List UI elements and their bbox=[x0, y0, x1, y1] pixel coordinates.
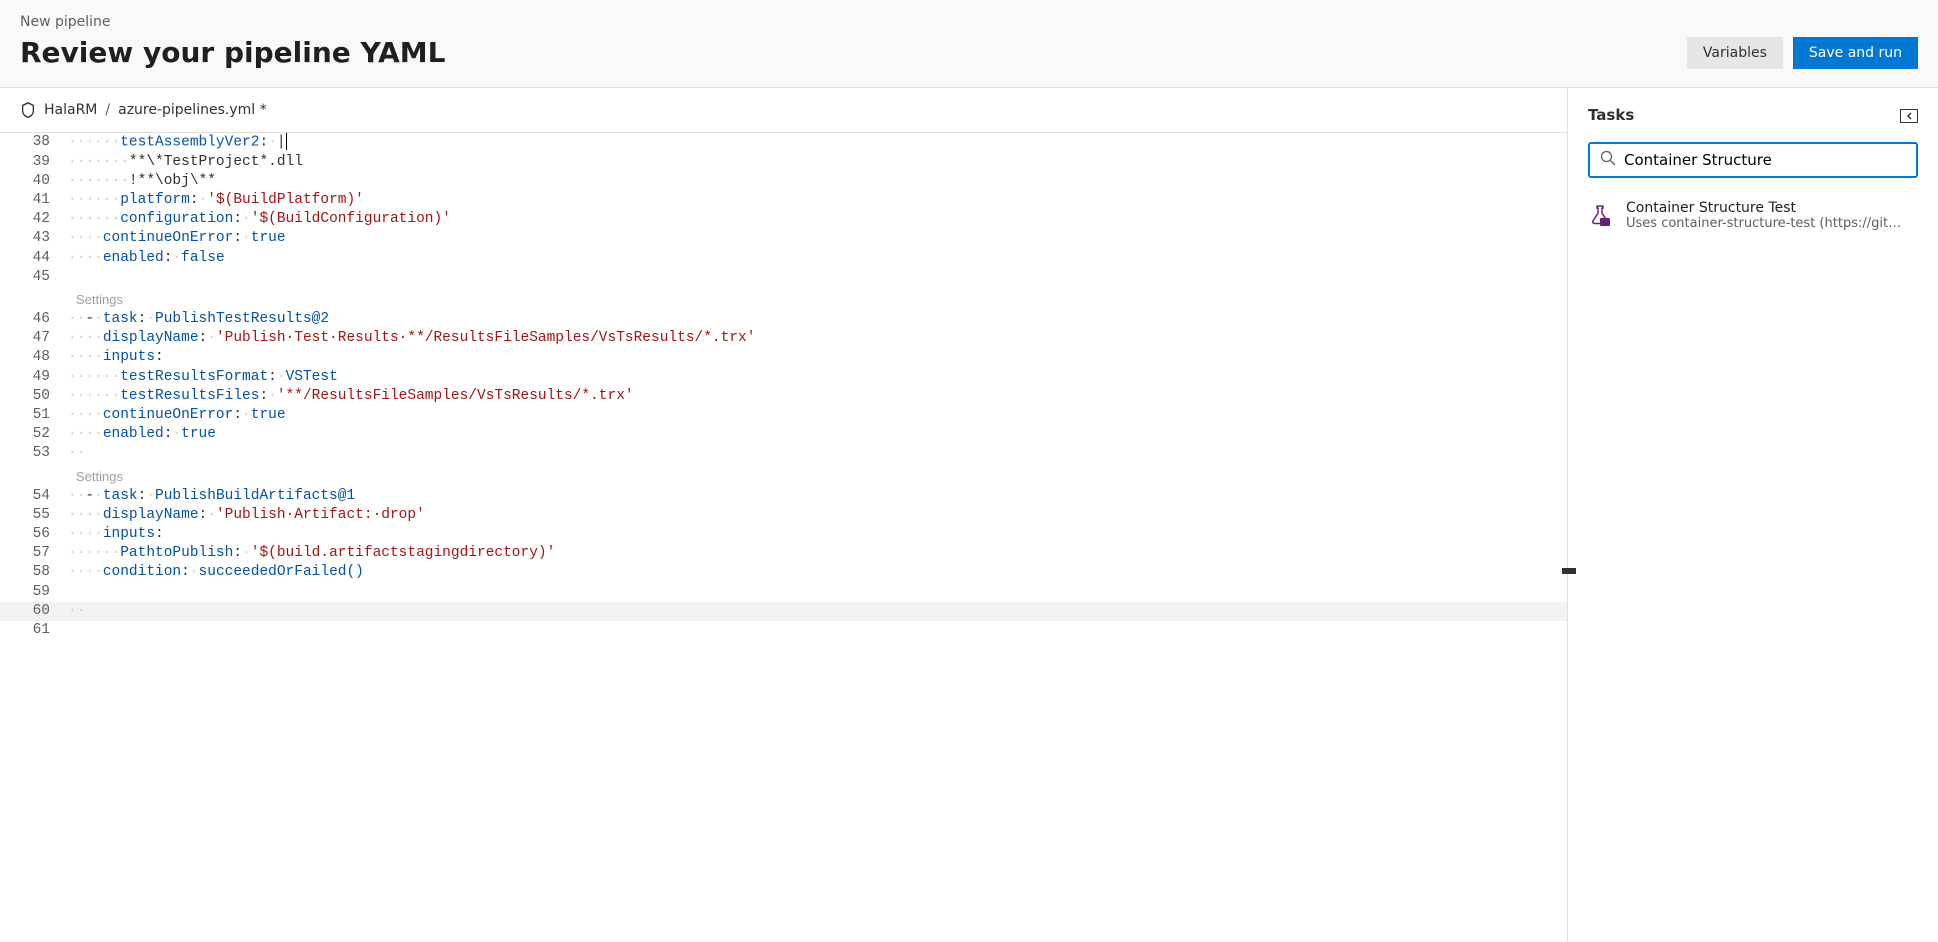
line-number: 57 bbox=[0, 544, 68, 563]
line-content[interactable]: ······testAssemblyVer2:·| bbox=[68, 133, 287, 153]
editor-line[interactable]: 61 bbox=[0, 621, 1567, 640]
editor-line[interactable]: 57······PathtoPublish:·'$(build.artifact… bbox=[0, 544, 1567, 563]
line-content[interactable]: ······testResultsFormat:·VSTest bbox=[68, 368, 338, 387]
line-number: 52 bbox=[0, 425, 68, 444]
line-number: 61 bbox=[0, 621, 68, 640]
line-number: 40 bbox=[0, 172, 68, 191]
line-content[interactable]: ······configuration:·'$(BuildConfigurati… bbox=[68, 210, 451, 229]
editor-line[interactable]: 50······testResultsFiles:·'**/ResultsFil… bbox=[0, 387, 1567, 406]
line-content[interactable]: ····displayName:·'Publish·Test·Results·*… bbox=[68, 329, 755, 348]
editor-line[interactable]: 41······platform:·'$(BuildPlatform)' bbox=[0, 191, 1567, 210]
line-number: 39 bbox=[0, 153, 68, 172]
task-result-description: Uses container-structure-test (https://g… bbox=[1626, 216, 1906, 231]
page-title: Review your pipeline YAML bbox=[20, 36, 446, 69]
editor-line[interactable]: 39·······**\*TestProject*.dll bbox=[0, 153, 1567, 172]
line-content[interactable]: ······platform:·'$(BuildPlatform)' bbox=[68, 191, 364, 210]
editor-line[interactable]: 58····condition:·succeededOrFailed() bbox=[0, 563, 1567, 582]
editor-line[interactable]: 55····displayName:·'Publish·Artifact:·dr… bbox=[0, 506, 1567, 525]
editor-line[interactable]: 42······configuration:·'$(BuildConfigura… bbox=[0, 210, 1567, 229]
header-actions: Variables Save and run bbox=[1687, 37, 1918, 69]
line-number: 41 bbox=[0, 191, 68, 210]
search-icon bbox=[1600, 150, 1616, 170]
editor-line[interactable]: 59 bbox=[0, 583, 1567, 602]
line-number: 38 bbox=[0, 133, 68, 153]
tasks-search[interactable] bbox=[1588, 142, 1918, 178]
task-result-title: Container Structure Test bbox=[1626, 200, 1906, 216]
editor-line[interactable]: 54··-·task:·PublishBuildArtifacts@1 bbox=[0, 487, 1567, 506]
line-number: 51 bbox=[0, 406, 68, 425]
task-result-item[interactable]: Container Structure Test Uses container-… bbox=[1588, 200, 1918, 231]
beaker-icon bbox=[1588, 203, 1612, 227]
editor-line[interactable]: 47····displayName:·'Publish·Test·Results… bbox=[0, 329, 1567, 348]
file-breadcrumb: HalaRM / azure-pipelines.yml * bbox=[0, 88, 1567, 133]
line-content[interactable]: ·· bbox=[68, 444, 85, 463]
line-content[interactable]: ······PathtoPublish:·'$(build.artifactst… bbox=[68, 544, 555, 563]
content-area: HalaRM / azure-pipelines.yml * 38······t… bbox=[0, 88, 1938, 942]
line-content[interactable]: ····enabled:·false bbox=[68, 249, 225, 268]
task-settings-hint[interactable]: Settings bbox=[0, 291, 1567, 309]
line-number: 44 bbox=[0, 249, 68, 268]
line-number: 55 bbox=[0, 506, 68, 525]
editor-pane: HalaRM / azure-pipelines.yml * 38······t… bbox=[0, 88, 1568, 942]
editor-line[interactable]: 56····inputs: bbox=[0, 525, 1567, 544]
editor-line[interactable]: 46··-·task:·PublishTestResults@2 bbox=[0, 310, 1567, 329]
tasks-title: Tasks bbox=[1588, 106, 1634, 124]
line-content[interactable]: ····enabled:·true bbox=[68, 425, 216, 444]
line-number: 43 bbox=[0, 229, 68, 248]
editor-line[interactable]: 38······testAssemblyVer2:·| bbox=[0, 133, 1567, 153]
editor-line[interactable]: 45 bbox=[0, 268, 1567, 287]
line-number: 49 bbox=[0, 368, 68, 387]
line-content[interactable]: ····continueOnError:·true bbox=[68, 406, 286, 425]
line-content[interactable]: ·· bbox=[68, 602, 85, 621]
editor-line[interactable]: 49······testResultsFormat:·VSTest bbox=[0, 368, 1567, 387]
editor-line[interactable]: 43····continueOnError:·true bbox=[0, 229, 1567, 248]
line-number: 58 bbox=[0, 563, 68, 582]
tasks-pane: Tasks Container Structure Test Uses cont… bbox=[1568, 88, 1938, 942]
line-number: 47 bbox=[0, 329, 68, 348]
line-content[interactable]: ·······**\*TestProject*.dll bbox=[68, 153, 303, 172]
yaml-editor[interactable]: 38······testAssemblyVer2:·|39·······**\*… bbox=[0, 133, 1567, 942]
line-content[interactable]: ····condition:·succeededOrFailed() bbox=[68, 563, 364, 582]
editor-line[interactable]: 53·· bbox=[0, 444, 1567, 463]
line-number: 59 bbox=[0, 583, 68, 602]
file-name: azure-pipelines.yml * bbox=[118, 102, 266, 118]
pane-resize-handle[interactable] bbox=[1562, 568, 1576, 574]
page-header: New pipeline Review your pipeline YAML V… bbox=[0, 0, 1938, 88]
tasks-search-input[interactable] bbox=[1624, 151, 1906, 169]
editor-line[interactable]: 40·······!**\obj\** bbox=[0, 172, 1567, 191]
save-and-run-button[interactable]: Save and run bbox=[1793, 37, 1918, 69]
editor-line[interactable]: 44····enabled:·false bbox=[0, 249, 1567, 268]
line-content[interactable]: ····displayName:·'Publish·Artifact:·drop… bbox=[68, 506, 425, 525]
editor-line[interactable]: 51····continueOnError:·true bbox=[0, 406, 1567, 425]
editor-line[interactable]: 48····inputs: bbox=[0, 348, 1567, 367]
header-left: New pipeline Review your pipeline YAML bbox=[20, 14, 446, 69]
task-settings-hint[interactable]: Settings bbox=[0, 468, 1567, 486]
line-number: 53 bbox=[0, 444, 68, 463]
line-number: 60 bbox=[0, 602, 68, 621]
line-content[interactable]: ····inputs: bbox=[68, 348, 164, 367]
line-number: 50 bbox=[0, 387, 68, 406]
editor-line[interactable]: 52····enabled:·true bbox=[0, 425, 1567, 444]
line-number: 56 bbox=[0, 525, 68, 544]
expand-pane-icon[interactable] bbox=[1900, 108, 1918, 122]
line-content[interactable]: ····inputs: bbox=[68, 525, 164, 544]
line-content[interactable]: ··-·task:·PublishBuildArtifacts@1 bbox=[68, 487, 355, 506]
breadcrumb: New pipeline bbox=[20, 14, 446, 30]
line-content[interactable]: ······testResultsFiles:·'**/ResultsFileS… bbox=[68, 387, 634, 406]
line-number: 45 bbox=[0, 268, 68, 287]
variables-button[interactable]: Variables bbox=[1687, 37, 1783, 69]
line-number: 54 bbox=[0, 487, 68, 506]
editor-line[interactable]: 60·· bbox=[0, 602, 1567, 621]
line-content[interactable]: ····continueOnError:·true bbox=[68, 229, 286, 248]
repo-icon bbox=[20, 102, 36, 118]
line-number: 48 bbox=[0, 348, 68, 367]
line-content[interactable]: ·······!**\obj\** bbox=[68, 172, 216, 191]
breadcrumb-separator: / bbox=[105, 102, 110, 118]
repo-name[interactable]: HalaRM bbox=[44, 102, 97, 118]
line-content[interactable]: ··-·task:·PublishTestResults@2 bbox=[68, 310, 329, 329]
line-number: 46 bbox=[0, 310, 68, 329]
task-result-text: Container Structure Test Uses container-… bbox=[1626, 200, 1906, 231]
tasks-header: Tasks bbox=[1588, 106, 1918, 124]
line-number: 42 bbox=[0, 210, 68, 229]
